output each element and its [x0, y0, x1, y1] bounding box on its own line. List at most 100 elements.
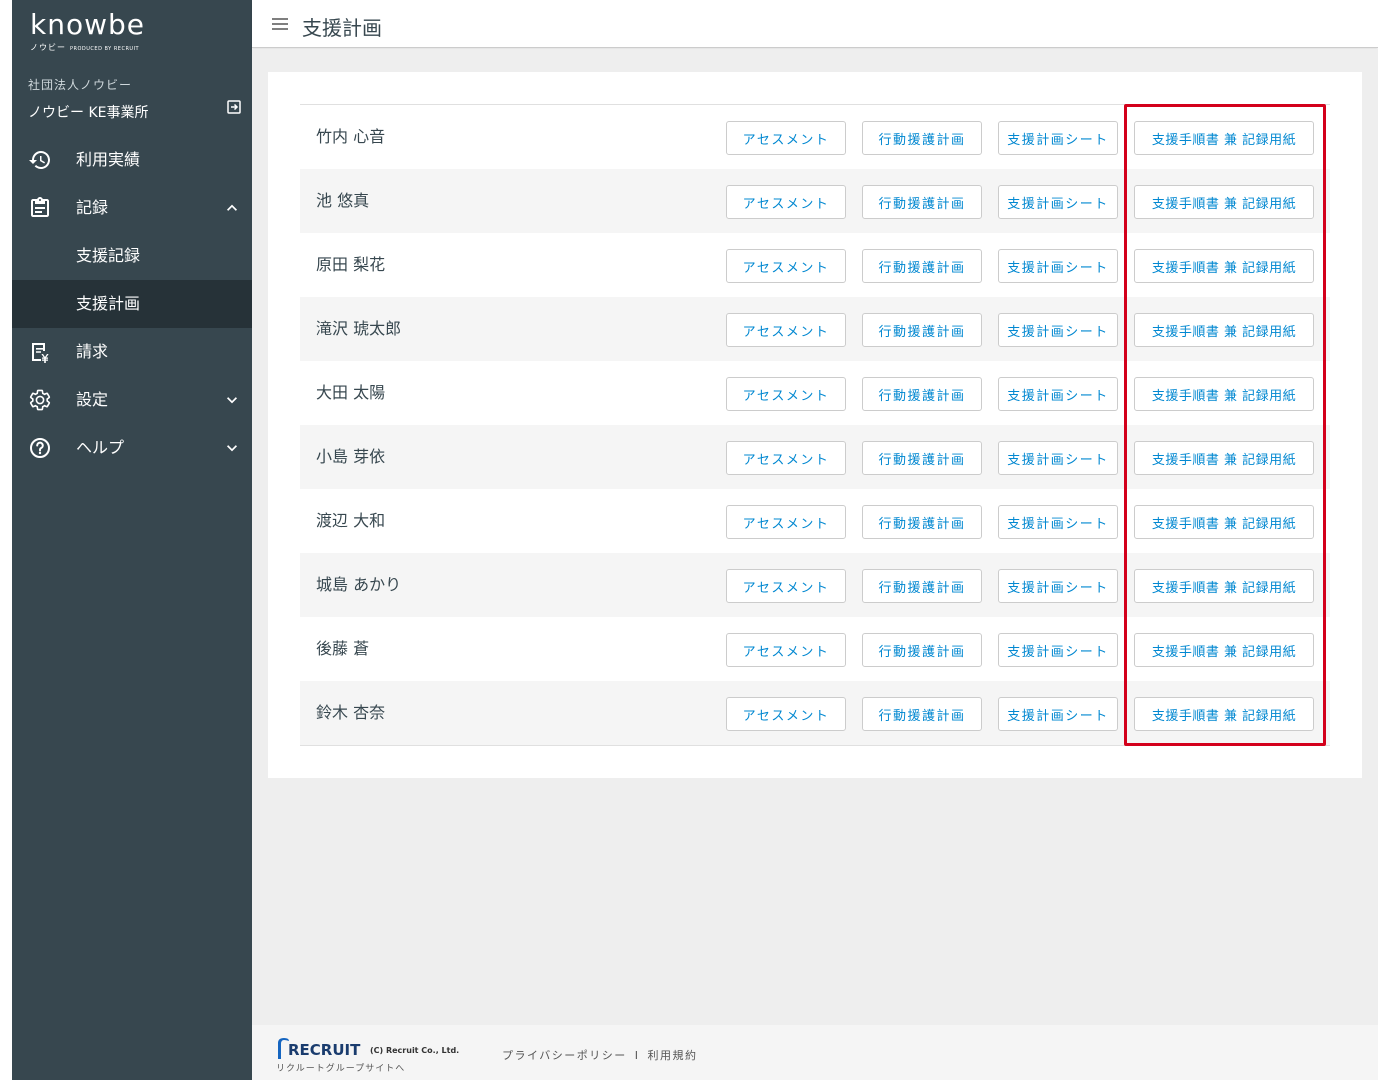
user-row: 小島 芽依 アセスメント 行動援護計画 支援計画シート 支援手順書 兼 記録用紙 — [300, 425, 1330, 489]
logout-icon[interactable] — [226, 99, 242, 115]
plan-sheet-button[interactable]: 支援計画シート — [998, 313, 1118, 347]
assessment-button[interactable]: アセスメント — [726, 505, 846, 539]
assessment-button[interactable]: アセスメント — [726, 121, 846, 155]
logo-subtext: ノウビー PRODUCED BY RECRUIT — [30, 42, 160, 53]
organization-name: 社団法人ノウビー — [28, 78, 133, 92]
user-row: 原田 梨花 アセスメント 行動援護計画 支援計画シート 支援手順書 兼 記録用紙 — [300, 233, 1330, 297]
sidebar-item-label: 利用実績 — [76, 150, 141, 169]
behavior-plan-button[interactable]: 行動援護計画 — [862, 633, 982, 667]
user-name: 滝沢 琥太郎 — [316, 319, 402, 338]
user-name: 渡辺 大和 — [316, 511, 386, 530]
plan-sheet-button[interactable]: 支援計画シート — [998, 121, 1118, 155]
plan-sheet-button[interactable]: 支援計画シート — [998, 505, 1118, 539]
user-name: 城島 あかり — [316, 575, 402, 594]
behavior-plan-button[interactable]: 行動援護計画 — [862, 377, 982, 411]
procedure-record-button[interactable]: 支援手順書 兼 記録用紙 — [1134, 249, 1314, 283]
plan-sheet-button[interactable]: 支援計画シート — [998, 249, 1118, 283]
assessment-button[interactable]: アセスメント — [726, 185, 846, 219]
procedure-record-button[interactable]: 支援手順書 兼 記録用紙 — [1134, 185, 1314, 219]
behavior-plan-button[interactable]: 行動援護計画 — [862, 313, 982, 347]
history-icon — [29, 151, 50, 169]
user-row: 池 悠真 アセスメント 行動援護計画 支援計画シート 支援手順書 兼 記録用紙 — [300, 169, 1330, 233]
assessment-button[interactable]: アセスメント — [726, 569, 846, 603]
sidebar-item-billing[interactable]: 請求 — [12, 328, 252, 376]
behavior-plan-button[interactable]: 行動援護計画 — [862, 121, 982, 155]
behavior-plan-button[interactable]: 行動援護計画 — [862, 505, 982, 539]
footer-links: プライバシーポリシー I 利用規約 — [502, 1047, 698, 1063]
recruit-group-link[interactable]: リクルートグループサイトへ — [276, 1061, 405, 1074]
app-header: 支援計画 — [252, 0, 1378, 48]
user-row: 大田 太陽 アセスメント 行動援護計画 支援計画シート 支援手順書 兼 記録用紙 — [300, 361, 1330, 425]
knowbe-logo[interactable]: knowbe ノウビー PRODUCED BY RECRUIT — [30, 8, 160, 58]
plan-sheet-button[interactable]: 支援計画シート — [998, 441, 1118, 475]
user-row: 城島 あかり アセスメント 行動援護計画 支援計画シート 支援手順書 兼 記録用紙 — [300, 553, 1330, 617]
menu-icon[interactable] — [270, 14, 290, 34]
procedure-record-button[interactable]: 支援手順書 兼 記録用紙 — [1134, 377, 1314, 411]
footer: RECRUIT (C) Recruit Co., Ltd. リクルートグループサ… — [252, 1025, 1378, 1080]
sidebar-item-records[interactable]: 記録 — [12, 184, 252, 232]
chevron-down-icon — [227, 445, 237, 452]
assessment-button[interactable]: アセスメント — [726, 249, 846, 283]
procedure-record-button[interactable]: 支援手順書 兼 記録用紙 — [1134, 633, 1314, 667]
sidebar-item-label: 請求 — [76, 342, 109, 361]
assessment-button[interactable]: アセスメント — [726, 441, 846, 475]
behavior-plan-button[interactable]: 行動援護計画 — [862, 441, 982, 475]
copyright: (C) Recruit Co., Ltd. — [370, 1046, 460, 1055]
page-title: 支援計画 — [302, 16, 382, 40]
privacy-policy-link[interactable]: プライバシーポリシー — [502, 1049, 627, 1062]
user-name: 鈴木 杏奈 — [316, 703, 386, 722]
recruit-logo[interactable]: RECRUIT — [276, 1035, 360, 1059]
procedure-record-button[interactable]: 支援手順書 兼 記録用紙 — [1134, 441, 1314, 475]
plan-sheet-button[interactable]: 支援計画シート — [998, 633, 1118, 667]
chevron-up-icon — [227, 204, 237, 211]
clipboard-icon — [31, 197, 49, 217]
sidebar-item-label: 支援計画 — [76, 294, 141, 313]
office-name: ノウビー KE事業所 — [28, 105, 149, 121]
plan-sheet-button[interactable]: 支援計画シート — [998, 697, 1118, 731]
assessment-button[interactable]: アセスメント — [726, 697, 846, 731]
sidebar-item-label: ヘルプ — [76, 438, 125, 457]
behavior-plan-button[interactable]: 行動援護計画 — [862, 249, 982, 283]
user-plan-card: 竹内 心音 アセスメント 行動援護計画 支援計画シート 支援手順書 兼 記録用紙池 悠真… — [268, 72, 1362, 778]
procedure-record-button[interactable]: 支援手順書 兼 記録用紙 — [1134, 697, 1314, 731]
sidebar-nav: 利用実績 記録 支援記録 支援計画 請求 設定 ヘルプ — [12, 136, 252, 472]
sidebar-item-label: 設定 — [76, 390, 109, 409]
procedure-record-button[interactable]: 支援手順書 兼 記録用紙 — [1134, 121, 1314, 155]
user-name: 竹内 心音 — [316, 127, 386, 146]
user-name: 大田 太陽 — [316, 383, 386, 402]
user-row: 竹内 心音 アセスメント 行動援護計画 支援計画シート 支援手順書 兼 記録用紙 — [300, 105, 1330, 169]
plan-sheet-button[interactable]: 支援計画シート — [998, 185, 1118, 219]
help-icon — [30, 438, 50, 458]
sidebar: knowbe ノウビー PRODUCED BY RECRUIT 社団法人ノウビー … — [12, 0, 252, 1080]
procedure-record-button[interactable]: 支援手順書 兼 記録用紙 — [1134, 569, 1314, 603]
behavior-plan-button[interactable]: 行動援護計画 — [862, 569, 982, 603]
gear-icon — [29, 389, 51, 411]
assessment-button[interactable]: アセスメント — [726, 377, 846, 411]
user-row: 滝沢 琥太郎 アセスメント 行動援護計画 支援計画シート 支援手順書 兼 記録用紙 — [300, 297, 1330, 361]
behavior-plan-button[interactable]: 行動援護計画 — [862, 697, 982, 731]
behavior-plan-button[interactable]: 行動援護計画 — [862, 185, 982, 219]
logo-kana: ノウビー — [30, 43, 66, 52]
sidebar-item-support-plan[interactable]: 支援計画 — [12, 280, 252, 328]
terms-link[interactable]: 利用規約 — [648, 1049, 698, 1062]
logo-wordmark: knowbe — [30, 8, 145, 41]
sidebar-item-usage-records[interactable]: 利用実績 — [12, 136, 252, 184]
assessment-button[interactable]: アセスメント — [726, 313, 846, 347]
sidebar-item-help[interactable]: ヘルプ — [12, 424, 252, 472]
footer-separator: I — [634, 1049, 640, 1062]
plan-sheet-button[interactable]: 支援計画シート — [998, 569, 1118, 603]
user-name: 池 悠真 — [316, 191, 370, 210]
user-name: 小島 芽依 — [316, 447, 386, 466]
assessment-button[interactable]: アセスメント — [726, 633, 846, 667]
sidebar-item-settings[interactable]: 設定 — [12, 376, 252, 424]
user-row: 渡辺 大和 アセスメント 行動援護計画 支援計画シート 支援手順書 兼 記録用紙 — [300, 489, 1330, 553]
plan-sheet-button[interactable]: 支援計画シート — [998, 377, 1118, 411]
sidebar-item-support-records[interactable]: 支援記録 — [12, 232, 252, 280]
chevron-down-icon — [227, 397, 237, 404]
user-name: 後藤 蒼 — [316, 639, 370, 658]
procedure-record-button[interactable]: 支援手順書 兼 記録用紙 — [1134, 505, 1314, 539]
procedure-record-button[interactable]: 支援手順書 兼 記録用紙 — [1134, 313, 1314, 347]
user-row: 鈴木 杏奈 アセスメント 行動援護計画 支援計画シート 支援手順書 兼 記録用紙 — [300, 681, 1330, 745]
user-name: 原田 梨花 — [316, 255, 386, 274]
invoice-yen-icon — [32, 343, 49, 363]
